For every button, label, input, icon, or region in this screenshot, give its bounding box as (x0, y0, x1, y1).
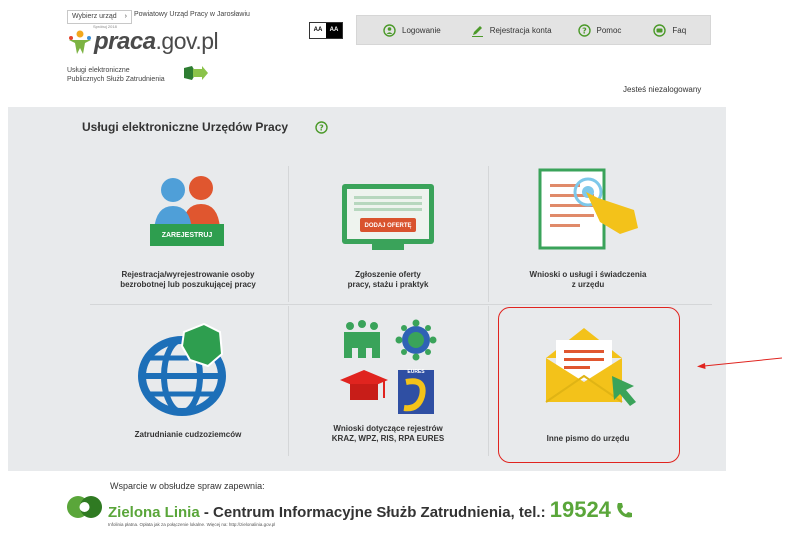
zielona-linia-line[interactable]: Zielona Linia - Centrum Informacyjne Słu… (108, 497, 633, 523)
job-offer-screen-icon (342, 184, 434, 250)
network-icon (395, 319, 437, 361)
tile-registration-label: Rejestracja/wyrejestrowanie osoby bezrob… (88, 270, 288, 290)
logo-text: praca.gov.pl (94, 28, 219, 56)
choose-office-label: Wybierz urząd (72, 13, 117, 20)
tile-line-2: z urzędu (571, 280, 605, 289)
chevron-right-icon: › (124, 13, 127, 20)
tile-job-offer[interactable]: DODAJ OFERTĘ Zgłoszenie oferty pracy, st… (288, 168, 488, 304)
phone-icon (617, 503, 633, 518)
tile-line-1: Zgłoszenie oferty (355, 270, 421, 279)
zielona-linia-phone: 19524 (549, 497, 611, 522)
graduation-cap-icon (340, 370, 388, 400)
zielona-linia-logo-icon (67, 496, 102, 518)
registers-icons (340, 319, 437, 414)
contrast-switch[interactable]: AA AA (309, 22, 343, 39)
logo-main: praca (94, 28, 156, 55)
pencil-icon (471, 25, 483, 37)
nav-faq-label: Faq (672, 25, 687, 35)
faq-icon (653, 23, 667, 37)
workers-icon (344, 320, 380, 358)
nav-help-label: Pomoc (596, 25, 622, 35)
tile-applications-label: Wnioski o usługi i świadczenia z urzędu (488, 270, 688, 290)
nav-help[interactable]: ? Pomoc (577, 23, 622, 37)
services-line-2: Publicznych Służb Zatrudnienia (67, 76, 165, 83)
zielona-linia-name: Zielona Linia (108, 504, 200, 521)
tile-foreigners[interactable]: Zatrudnianie cudzoziemców (88, 306, 288, 456)
document-touch-icon (538, 168, 638, 250)
globe-icon (138, 322, 226, 416)
tile-job-offer-label: Zgłoszenie oferty pracy, stażu i praktyk (288, 270, 488, 290)
nav-login-label: Logowanie (402, 25, 441, 35)
login-status: Jesteś niezalogowany (623, 85, 702, 94)
zielona-linia-desc: - Centrum Informacyjne Służb Zatrudnieni… (199, 504, 550, 521)
svg-text:?: ? (319, 124, 324, 133)
contrast-high-button[interactable]: AA (326, 23, 342, 38)
help-icon[interactable]: ? (315, 121, 328, 134)
eures-label: EURES (407, 369, 425, 375)
tile-line-1: Wnioski dotyczące rejestrów (333, 424, 443, 433)
eures-icon (398, 370, 434, 414)
annotation-arrow-icon (697, 357, 782, 369)
page-title: Usługi elektroniczne Urzędów Pracy (82, 120, 289, 134)
svg-text:?: ? (582, 26, 587, 35)
tile-line-2: pracy, stażu i praktyk (347, 280, 429, 289)
services-line-1: Usługi elektroniczne (67, 67, 130, 74)
tile-registers-label: Wnioski dotyczące rejestrów KRAZ, WPZ, R… (288, 424, 488, 444)
nav-login[interactable]: Logowanie (383, 23, 441, 37)
login-icon (383, 23, 396, 37)
zielona-linia-note: Infolinia płatna. Opłata jak za połączen… (108, 522, 276, 527)
tile-line-2: bezrobotnej lub poszukującej pracy (120, 280, 256, 289)
highlight-box (498, 307, 680, 463)
tile-applications[interactable]: Wnioski o usługi i świadczenia z urzędu (488, 168, 708, 304)
tile-line-2: KRAZ, WPZ, RIS, RPA EURES (331, 434, 445, 443)
tile-line-1: Rejestracja/wyrejestrowanie osoby (121, 270, 255, 279)
nav-faq[interactable]: Faq (653, 23, 687, 37)
tile-registration[interactable]: ZAREJESTRUJ Rejestracja/wyrejestrowanie … (88, 168, 288, 304)
help-icon: ? (577, 23, 591, 37)
logo-domain: .gov.pl (155, 28, 219, 54)
tile-foreigners-label: Zatrudnianie cudzoziemców (88, 430, 288, 440)
logo-figure-icon (69, 30, 91, 54)
tile-line-1: Wnioski o usługi i świadczenia (529, 270, 647, 279)
register-badge: ZAREJESTRUJ (161, 232, 213, 239)
nav-register[interactable]: Rejestracja konta (471, 24, 552, 37)
grid-divider (90, 304, 712, 305)
praca-gov-logo[interactable]: Spróbuj 2018 praca.gov.pl (66, 24, 226, 64)
support-text: Wsparcie w obsłudze spraw zapewnia: (110, 481, 265, 491)
add-offer-badge: DODAJ OFERTĘ (364, 223, 412, 229)
choose-office-button[interactable]: Wybierz urząd › (67, 10, 132, 24)
services-subtitle: Usługi elektroniczne Publicznych Służb Z… (67, 66, 165, 84)
tile-line-1: Zatrudnianie cudzoziemców (134, 430, 242, 439)
office-name: Powiatowy Urząd Pracy w Jarosławiu (134, 11, 250, 18)
top-navigation: Logowanie Rejestracja konta ? Pomoc Faq (356, 15, 711, 45)
nav-register-label: Rejestracja konta (489, 25, 552, 35)
contrast-normal-button[interactable]: AA (310, 23, 326, 38)
tile-registers[interactable]: EURES Wnioski dotyczące rejestrów KRAZ, … (288, 306, 488, 456)
zatrudnienie-logo-icon (184, 66, 208, 80)
